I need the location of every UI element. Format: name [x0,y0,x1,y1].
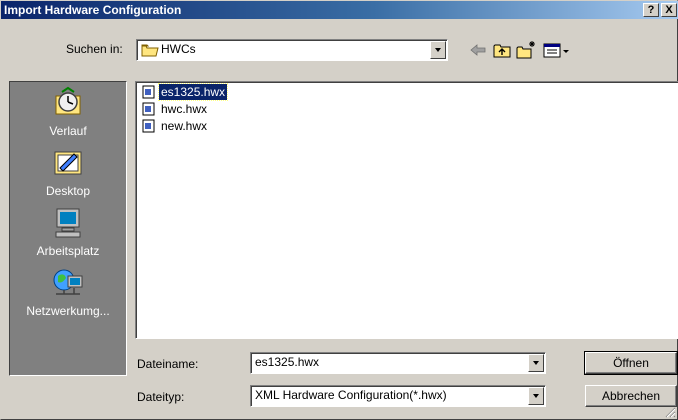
help-button[interactable]: ? [643,3,659,17]
title-bar[interactable]: Import Hardware Configuration ? X [1,1,678,19]
file-icon [142,85,155,99]
file-list[interactable]: es1325.hwx hwc.hwx new.hwx [135,81,678,339]
filetype-value: XML Hardware Configuration(*.hwx) [255,388,447,402]
place-network[interactable]: Netzwerkumg... [10,266,126,326]
place-label: Desktop [45,184,91,198]
window-title: Import Hardware Configuration [4,3,182,17]
close-button[interactable]: X [661,3,677,17]
file-name: es1325.hwx [157,83,229,101]
import-dialog: Import Hardware Configuration ? X Suchen… [0,0,678,420]
history-icon [55,86,81,115]
file-name: hwc.hwx [161,102,208,116]
filetype-select[interactable]: XML Hardware Configuration(*.hwx) [250,385,546,407]
filetype-label: Dateityp: [137,390,185,404]
place-label: Netzwerkumg... [26,304,110,318]
place-desktop[interactable]: Desktop [10,146,126,206]
desktop-icon [54,151,82,175]
network-icon [53,269,83,295]
lookin-value: HWCs [161,42,196,56]
lookin-combo[interactable]: HWCs [136,39,448,61]
place-label: Verlauf [49,124,87,138]
file-name: new.hwx [161,119,208,133]
filename-value: es1325.hwx [255,355,320,369]
filename-label: Dateiname: [137,357,199,371]
chevron-down-icon[interactable] [430,41,446,59]
places-bar: Verlauf Desktop Arbeitsplatz Netzwerkumg… [9,81,127,376]
my-computer-icon [55,208,81,238]
view-menu-icon[interactable] [541,40,571,60]
folder-icon [141,44,159,57]
file-icon [142,119,155,133]
up-folder-icon[interactable] [491,40,513,60]
place-history[interactable]: Verlauf [10,86,126,146]
resize-grip-icon[interactable] [664,406,676,418]
cancel-button[interactable]: Abbrechen [585,385,677,407]
open-button[interactable]: Öffnen [584,351,678,375]
new-folder-icon[interactable] [515,40,537,60]
chevron-down-icon[interactable] [528,387,544,405]
chevron-down-icon[interactable] [528,354,544,372]
lookin-label: Suchen in: [66,42,123,56]
place-my-computer[interactable]: Arbeitsplatz [10,206,126,266]
place-label: Arbeitsplatz [36,244,100,258]
filename-field[interactable]: es1325.hwx [250,352,546,374]
back-arrow-icon[interactable] [467,40,489,60]
file-icon [142,102,155,116]
